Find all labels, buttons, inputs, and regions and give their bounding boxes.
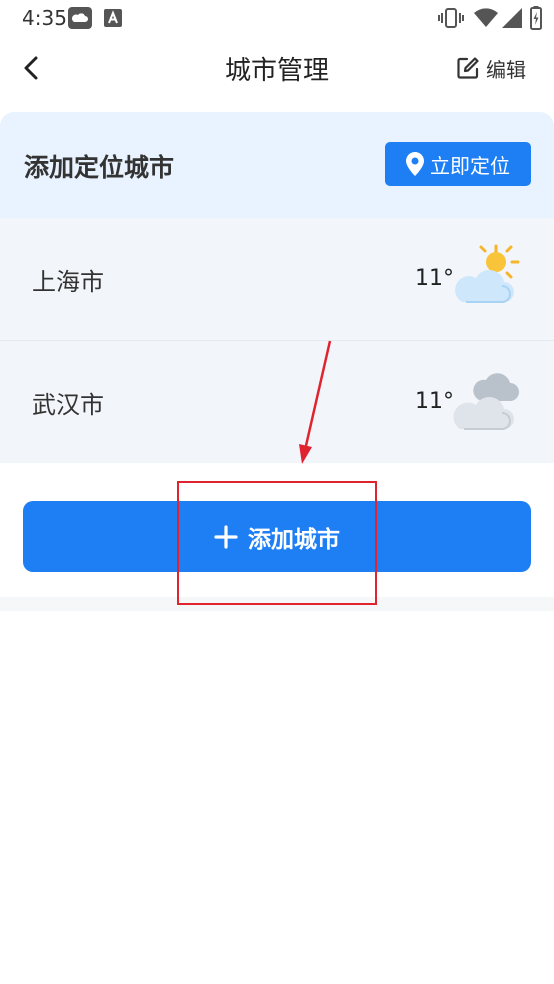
cloudy-icon — [453, 373, 519, 430]
location-card-title: 添加定位城市 — [24, 153, 175, 182]
partly-cloudy-icon — [455, 244, 520, 303]
locate-now-button[interactable]: 立即定位 — [385, 142, 531, 186]
battery-icon — [530, 6, 542, 30]
signal-icon — [502, 8, 522, 28]
city-name: 上海市 — [32, 268, 104, 296]
annotation-arrow-icon — [299, 340, 332, 464]
locate-now-label: 立即定位 — [430, 153, 510, 178]
city-temperature: 11° — [415, 266, 454, 291]
edit-pencil-icon — [457, 57, 479, 79]
edit-button[interactable]: 编辑 — [456, 53, 526, 83]
city-name: 武汉市 — [32, 391, 104, 419]
vibrate-icon — [438, 8, 464, 28]
location-card: 添加定位城市 立即定位 — [0, 112, 554, 218]
city-temperature: 11° — [415, 389, 454, 414]
annotation-highlight-box — [177, 481, 377, 605]
status-bar: 4:35 — [0, 0, 554, 36]
wifi-icon — [474, 8, 498, 27]
status-time: 4:35 — [22, 6, 67, 30]
weather-cloud-icon — [68, 7, 92, 29]
font-a-icon — [104, 9, 122, 27]
city-row-shanghai[interactable]: 上海市 11° — [0, 218, 554, 340]
app-header: 城市管理 编辑 — [0, 36, 554, 100]
location-pin-icon — [406, 152, 424, 176]
city-row-wuhan[interactable]: 武汉市 11° — [0, 341, 554, 463]
edit-label: 编辑 — [486, 57, 526, 82]
